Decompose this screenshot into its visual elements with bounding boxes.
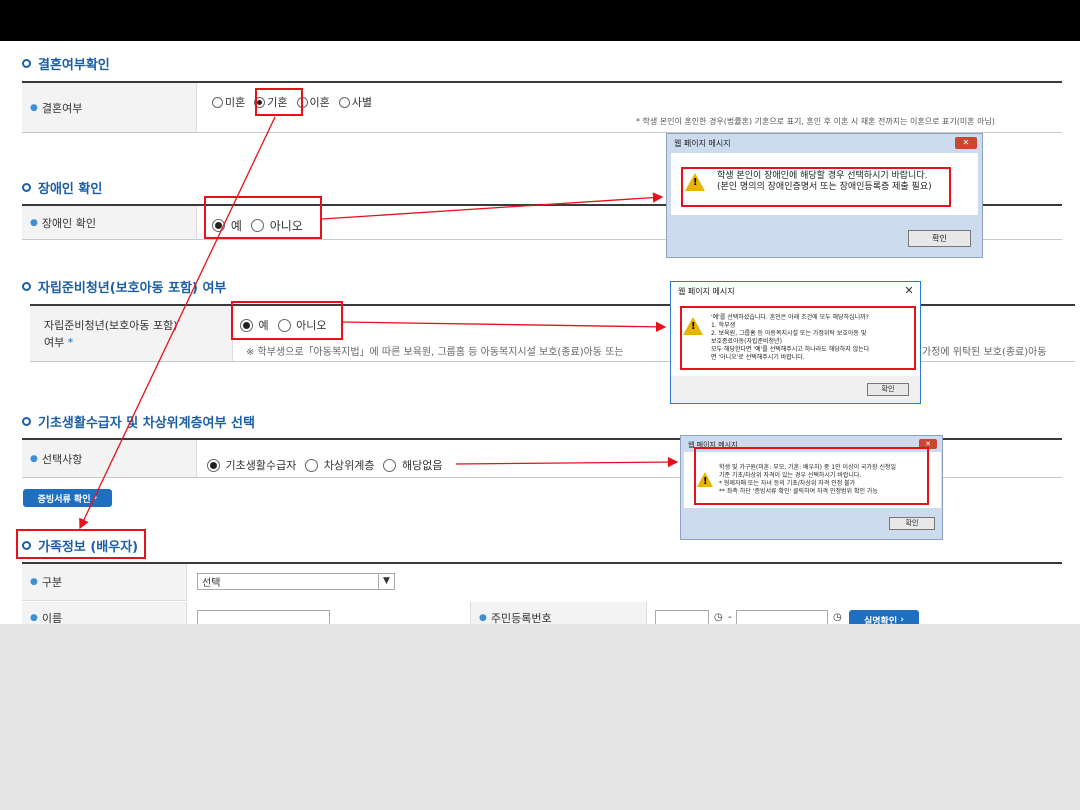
marriage-label: 결혼여부 (41, 101, 83, 115)
highlight-dialog-3 (694, 447, 929, 505)
close-icon[interactable]: ✕ (903, 285, 915, 297)
required-mark: * (67, 335, 74, 349)
selfreliance-note-left: ※ 학부생으로「아동복지법」에 따른 보육원, 그룹홈 등 아동복지시설 보호(… (246, 347, 624, 358)
rrn-front-input[interactable] (655, 610, 709, 624)
family-type-label: 구분 (41, 576, 63, 589)
family-rrn-label: 주민등록번호 (490, 612, 552, 624)
dialog-title: 웹 페이지 메시지 (674, 139, 731, 148)
radio-basic-recipient[interactable]: 기초생활수급자 (207, 457, 296, 473)
required-star-icon: ● (30, 102, 38, 113)
dialog-ok-button[interactable]: 확인 (908, 230, 971, 247)
selfreliance-label-cell: 자립준비청년(보호아동 포함) 여부 * (30, 306, 233, 361)
bullet-icon (22, 59, 31, 68)
required-star-icon: ● (30, 613, 38, 623)
section-title-text: 기초생활수급자 및 차상위계층여부 선택 (38, 416, 255, 431)
radio-single[interactable]: 미혼 (212, 94, 245, 110)
highlight-selfreliance (231, 301, 343, 340)
selfreliance-label-line2: 여부 (44, 335, 65, 349)
basic-living-label-cell: ● 선택사항 (22, 440, 197, 477)
radio-selected-icon[interactable] (207, 458, 220, 472)
lock-icon: ◷ (833, 612, 842, 623)
highlight-dialog-1 (681, 167, 951, 207)
required-star-icon: ● (30, 577, 38, 587)
close-icon[interactable]: ✕ (955, 137, 977, 149)
disability-label: 장애인 확인 (41, 216, 96, 230)
section-title-text: 결혼여부확인 (38, 58, 110, 73)
required-star-icon: ● (479, 613, 487, 623)
radio-near-poverty[interactable]: 차상위계층 (305, 457, 374, 473)
highlight-family (16, 529, 146, 559)
section-title-disability: 장애인 확인 (22, 178, 102, 197)
selfreliance-note-right: 가정에 위탁된 보호(종료)아동 (922, 347, 1047, 358)
family-type-select[interactable]: 선택 ▼ (197, 573, 395, 590)
basic-living-label: 선택사항 (41, 452, 83, 466)
section-title-basic-living: 기초생활수급자 및 차상위계층여부 선택 (22, 412, 255, 431)
basic-living-radio-group: 기초생활수급자 차상위계층 해당없음 (207, 457, 451, 473)
family-name-label-cell: ● 이름 (22, 602, 187, 624)
required-star-icon: ● (30, 453, 38, 464)
radio-icon[interactable] (212, 96, 223, 108)
radio-icon[interactable] (338, 96, 350, 108)
lock-icon: ◷ (714, 612, 723, 623)
verify-documents-button[interactable]: 증빙서류 확인 › (23, 489, 112, 507)
radio-not-applicable[interactable]: 해당없음 (383, 457, 442, 473)
required-star-icon: ● (30, 217, 38, 228)
selfreliance-label-line1: 자립준비청년(보호아동 포함) (44, 318, 178, 332)
dialog-ok-button[interactable]: 확인 (889, 517, 935, 530)
section-title-text: 장애인 확인 (38, 182, 103, 197)
chevron-right-icon: › (93, 493, 98, 503)
top-bar (0, 0, 1080, 41)
family-name-input[interactable] (197, 610, 330, 624)
family-rrn-label-cell: ● 주민등록번호 (470, 602, 647, 624)
rrn-back-input[interactable] (736, 610, 828, 624)
section-title-text: 자립준비청년(보호아동 포함) 여부 (38, 281, 227, 296)
disability-label-cell: ● 장애인 확인 (22, 206, 197, 239)
section-title-marriage: 결혼여부확인 (22, 54, 110, 73)
verify-name-button[interactable]: 실명확인 › (849, 610, 919, 624)
dialog-ok-button[interactable]: 확인 (867, 383, 909, 396)
chevron-right-icon: › (900, 615, 904, 624)
family-table: ● 구분 선택 ▼ ● 이름 ● 주민등록번호 ◷ - ◷ 실명확인 › (22, 562, 1062, 624)
rrn-separator: - (728, 612, 732, 623)
bullet-icon (22, 282, 31, 291)
radio-icon[interactable] (383, 458, 397, 472)
radio-widowed[interactable]: 사별 (338, 94, 372, 110)
section-title-selfreliance: 자립준비청년(보호아동 포함) 여부 (22, 277, 226, 296)
bullet-icon (22, 183, 31, 192)
marriage-label-cell: ● 결혼여부 (22, 83, 197, 132)
family-type-label-cell: ● 구분 (22, 564, 187, 601)
marriage-note: * 학생 본인이 혼인한 경우(법률혼) 기혼으로 표기, 혼인 후 이혼 시 … (636, 117, 995, 126)
marriage-table: ● 결혼여부 미혼 기혼 이혼 사별 * 학생 본인이 혼인한 경우(법률혼) … (22, 81, 1062, 133)
dialog-title: 웹 페이지 메시지 (671, 282, 920, 301)
highlight-disability (204, 196, 322, 239)
highlight-dialog-2 (680, 306, 916, 370)
radio-icon[interactable] (305, 458, 319, 472)
bullet-icon (22, 417, 31, 426)
chevron-down-icon[interactable]: ▼ (378, 574, 394, 589)
content-area: 결혼여부확인 ● 결혼여부 미혼 기혼 이혼 사별 * 학생 본인이 혼인한 경… (0, 41, 1080, 624)
highlight-married (255, 88, 303, 116)
family-name-label: 이름 (41, 612, 63, 624)
